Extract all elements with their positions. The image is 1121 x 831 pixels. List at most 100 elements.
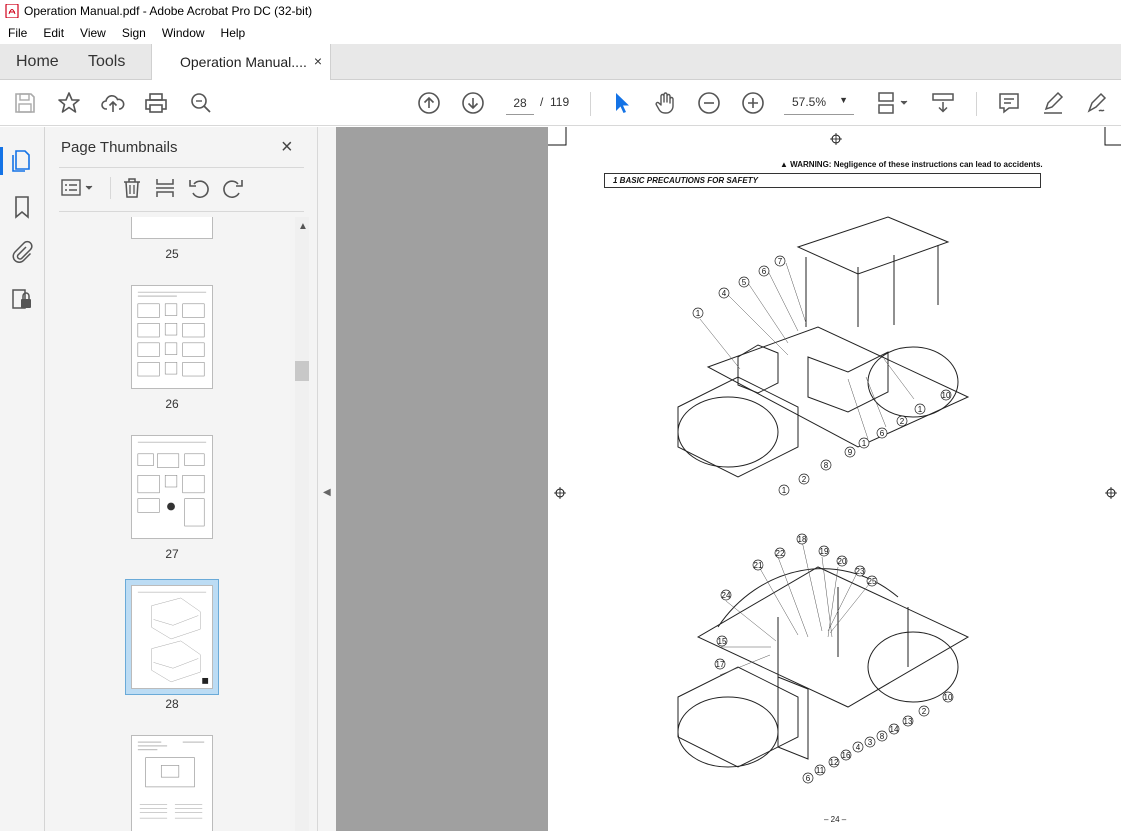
zoom-level-dropdown[interactable]: 57.5% ▼ xyxy=(784,91,854,115)
panel-collapse-strip[interactable]: ◀ xyxy=(317,127,336,831)
zoom-in-icon[interactable] xyxy=(741,91,765,115)
select-cursor-icon[interactable] xyxy=(609,91,633,115)
thumbnail-page-25[interactable] xyxy=(131,217,213,239)
callout: 22 xyxy=(774,547,786,559)
main-toolbar: / 119 57.5% ▼ xyxy=(0,80,1121,126)
thumbnail-page-27[interactable] xyxy=(131,435,213,539)
collapse-left-icon[interactable]: ◀ xyxy=(323,487,331,498)
save-icon[interactable] xyxy=(13,91,37,115)
svg-text:11: 11 xyxy=(816,766,825,775)
zoom-search-icon[interactable] xyxy=(189,91,213,115)
page-number-input[interactable] xyxy=(506,91,534,115)
menu-help[interactable]: Help xyxy=(213,22,254,44)
tab-document[interactable]: Operation Manual.... × xyxy=(151,44,331,80)
delete-page-icon[interactable] xyxy=(121,177,143,199)
warning-text: ▲ WARNING: Negligence of these instructi… xyxy=(780,160,1043,169)
section-heading-box: 1 BASIC PRECAUTIONS FOR SAFETY xyxy=(604,173,1041,188)
svg-text:15: 15 xyxy=(718,637,727,646)
bookmarks-icon[interactable] xyxy=(10,195,34,219)
svg-text:14: 14 xyxy=(890,725,899,734)
tab-home[interactable]: Home xyxy=(16,44,59,80)
document-viewport[interactable]: ▲ WARNING: Negligence of these instructi… xyxy=(336,127,1121,831)
panel-close-button[interactable]: × xyxy=(281,136,293,159)
compactor-illustration-bottom: 18 19 20 21 22 23 25 24 15 17 10 2 13 14… xyxy=(677,533,970,784)
tab-close-button[interactable]: × xyxy=(314,53,322,69)
sign-pen-icon[interactable] xyxy=(1085,91,1109,115)
print-icon[interactable] xyxy=(144,91,168,115)
svg-text:16: 16 xyxy=(842,751,851,760)
zoom-value: 57.5% xyxy=(792,95,827,109)
callout: 15 xyxy=(716,635,728,647)
svg-text:1: 1 xyxy=(696,309,701,318)
svg-text:22: 22 xyxy=(776,549,785,558)
menu-window[interactable]: Window xyxy=(154,22,213,44)
rotate-clockwise-icon[interactable] xyxy=(222,177,244,199)
thumbnail-page-29[interactable] xyxy=(131,735,213,831)
callout: 14 xyxy=(888,723,900,735)
rotate-counterclockwise-icon[interactable] xyxy=(188,177,210,199)
thumbnail-label-25: 25 xyxy=(165,247,179,261)
tab-bar: Home Tools Operation Manual.... × xyxy=(0,44,1121,80)
svg-text:4: 4 xyxy=(856,743,861,752)
scroll-mode-icon[interactable] xyxy=(931,91,955,115)
cloud-upload-icon[interactable] xyxy=(101,91,125,115)
panel-title: Page Thumbnails xyxy=(61,139,178,156)
menu-view[interactable]: View xyxy=(72,22,114,44)
thumbnail-options-icon[interactable] xyxy=(61,177,95,199)
svg-text:20: 20 xyxy=(838,557,847,566)
thumbnails-scrollbar[interactable]: ▲ xyxy=(295,217,309,831)
menu-file[interactable]: File xyxy=(0,22,35,44)
callout: 2 xyxy=(896,415,908,427)
svg-text:5: 5 xyxy=(742,278,747,287)
page-display-icon[interactable] xyxy=(876,91,910,115)
svg-text:18: 18 xyxy=(798,535,807,544)
previous-page-icon[interactable] xyxy=(417,91,441,115)
page-separator: / xyxy=(540,95,544,109)
page-thumbnails-panel: Page Thumbnails × 25 26 27 28 ▲ xyxy=(45,127,317,831)
callout: 12 xyxy=(828,756,840,768)
registration-mark-icon xyxy=(1105,487,1117,499)
svg-text:13: 13 xyxy=(904,717,913,726)
compactor-illustration-top: 1 4 5 6 7 10 1 2 6 1 9 8 2 1 xyxy=(677,216,970,496)
callout: 4 xyxy=(718,287,730,299)
page-footer: – 24 – xyxy=(824,815,847,824)
svg-text:10: 10 xyxy=(942,391,951,400)
thumbnail-page-26[interactable] xyxy=(131,285,213,389)
attachments-icon[interactable] xyxy=(10,240,34,264)
callout: 1 xyxy=(914,403,926,415)
chevron-up-icon[interactable]: ▲ xyxy=(298,221,308,232)
registration-mark-icon xyxy=(830,133,842,145)
security-lock-icon[interactable] xyxy=(10,287,34,311)
callout: 24 xyxy=(720,589,732,601)
svg-text:25: 25 xyxy=(868,577,877,586)
svg-text:7: 7 xyxy=(778,257,783,266)
menu-sign[interactable]: Sign xyxy=(114,22,154,44)
tab-tools[interactable]: Tools xyxy=(88,44,125,80)
callout: 4 xyxy=(852,741,864,753)
callout: 6 xyxy=(758,265,770,277)
svg-text:2: 2 xyxy=(802,475,807,484)
callout: 18 xyxy=(796,533,808,545)
thumbnail-page-28[interactable] xyxy=(131,585,213,689)
zoom-out-icon[interactable] xyxy=(697,91,721,115)
callout: 17 xyxy=(714,658,726,670)
thumbnail-label-26: 26 xyxy=(165,397,179,411)
toolbar-divider xyxy=(976,92,977,116)
page-thumbnails-icon[interactable] xyxy=(10,149,34,173)
callout: 21 xyxy=(752,559,764,571)
bookmark-star-icon[interactable] xyxy=(57,91,81,115)
menu-edit[interactable]: Edit xyxy=(35,22,72,44)
svg-text:21: 21 xyxy=(754,561,763,570)
window-title: Operation Manual.pdf - Adobe Acrobat Pro… xyxy=(24,4,313,18)
comment-icon[interactable] xyxy=(997,91,1021,115)
callout: 20 xyxy=(836,555,848,567)
highlight-pen-icon[interactable] xyxy=(1041,91,1065,115)
scrollbar-thumb[interactable] xyxy=(295,361,309,381)
svg-text:1: 1 xyxy=(862,439,867,448)
next-page-icon[interactable] xyxy=(461,91,485,115)
callout: 6 xyxy=(802,772,814,784)
total-pages: 119 xyxy=(550,95,570,109)
extract-pages-icon[interactable] xyxy=(154,177,176,199)
hand-tool-icon[interactable] xyxy=(653,91,677,115)
svg-text:19: 19 xyxy=(820,547,829,556)
